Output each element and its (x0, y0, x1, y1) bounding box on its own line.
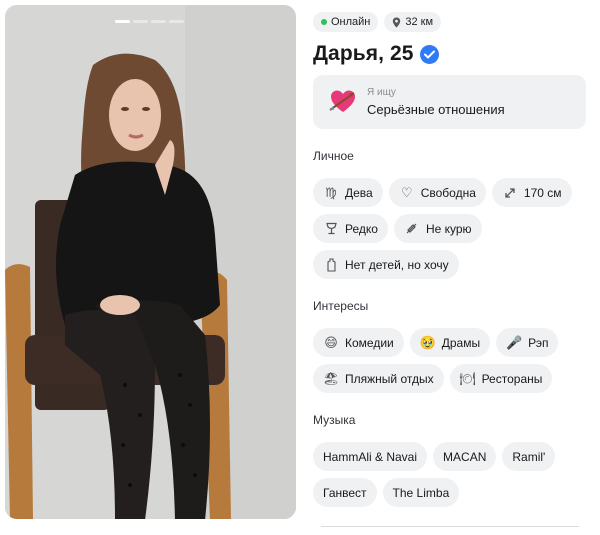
photo-image (5, 5, 296, 519)
chip-smoking[interactable]: Не курю (393, 214, 482, 243)
chip-beach[interactable]: 🏖 Пляжный отдых (313, 364, 444, 393)
personal-row-2: Редко Не курю (313, 214, 482, 243)
chip-restaurants[interactable]: 🍽 Рестораны (449, 364, 553, 393)
photo-pager (115, 20, 184, 23)
chip-artist[interactable]: The Limba (382, 478, 460, 507)
interests-row-2: 🏖 Пляжный отдых 🍽 Рестораны (313, 364, 553, 393)
baby-bottle-icon (323, 257, 339, 273)
divider (321, 526, 579, 527)
glass-icon (323, 221, 339, 237)
pager-dot[interactable] (151, 20, 166, 23)
virgo-icon: ♍ (325, 184, 337, 200)
chip-drama[interactable]: 🥹 Драмы (409, 328, 491, 357)
pager-dot[interactable] (133, 20, 148, 23)
teary-face-icon: 🥹 (419, 334, 436, 350)
personal-row-3: Нет детей, но хочу (313, 250, 459, 279)
section-title-personal: Личное (313, 149, 354, 163)
chip-rap[interactable]: 🎤 Рэп (496, 328, 559, 357)
height-icon (502, 185, 518, 201)
cutlery-icon: 🍽 (459, 370, 476, 386)
chip-height[interactable]: 170 см (491, 178, 572, 207)
grinning-face-icon: 😄 (324, 334, 338, 350)
interests-row-1: 😄 Комедии 🥹 Драмы 🎤 Рэп (313, 328, 559, 357)
chip-children[interactable]: Нет детей, но хочу (313, 250, 459, 279)
pager-dot[interactable] (169, 20, 184, 23)
no-smoking-icon (404, 221, 420, 237)
section-title-interests: Интересы (313, 299, 369, 313)
chip-artist[interactable]: MACAN (433, 442, 497, 471)
chip-zodiac[interactable]: ♍ Дева (313, 178, 383, 207)
chip-artist[interactable]: HammAli & Navai (313, 442, 428, 471)
pager-dot[interactable] (115, 20, 130, 23)
microphone-icon: 🎤 (506, 334, 523, 350)
personal-row-1: ♍ Дева ♡ Свободна 170 см (313, 178, 572, 207)
chip-alcohol[interactable]: Редко (313, 214, 388, 243)
music-row-1: HammAli & Navai MACAN Ramil' (313, 442, 556, 471)
chip-artist[interactable]: Ramil' (502, 442, 556, 471)
beach-icon: 🏖 (322, 370, 340, 386)
chip-comedy[interactable]: 😄 Комедии (313, 328, 404, 357)
heart-outline-icon: ♡ (400, 184, 413, 200)
chip-relationship[interactable]: ♡ Свободна (388, 178, 486, 207)
music-row-2: Ганвест The Limba (313, 478, 460, 507)
chip-artist[interactable]: Ганвест (313, 478, 377, 507)
section-title-music: Музыка (313, 413, 356, 427)
profile-photo[interactable] (5, 5, 296, 519)
